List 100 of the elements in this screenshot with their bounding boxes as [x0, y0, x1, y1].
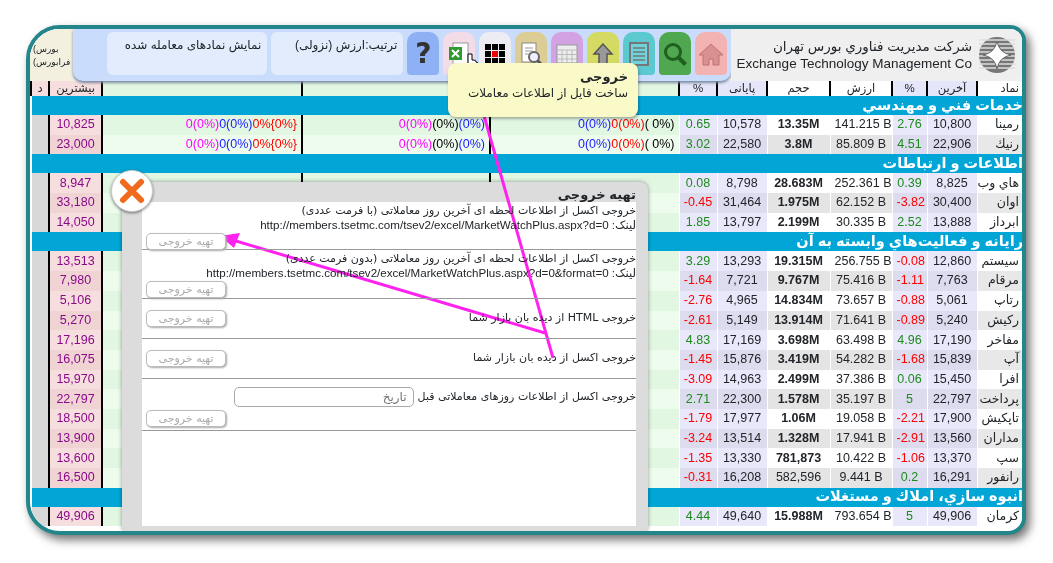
column-header[interactable]: نماد	[977, 81, 1022, 96]
table-cell: 15.988M	[767, 506, 830, 527]
table-cell: 4.83	[679, 330, 717, 350]
table-cell: 19.315M	[767, 251, 830, 272]
table-cell: 0.2	[892, 468, 927, 488]
sort-option[interactable]: ترتیب:ارزش (نزولی)	[271, 32, 404, 75]
table-cell: 22,906	[927, 134, 977, 155]
table-cell: 17.941 B	[830, 428, 892, 449]
column-header[interactable]: آخرین	[927, 81, 977, 96]
symbol-cell[interactable]: سپ	[977, 448, 1022, 468]
table-cell: 0(0%)(0%)(0%)	[302, 115, 490, 135]
table-cell: -3.09	[679, 369, 717, 390]
table-cell: 3.419M	[767, 349, 830, 370]
table-cell: 0(0%)0(0%)0%{0%}	[102, 115, 302, 135]
table-cell: 49,640	[717, 506, 767, 527]
symbol-cell[interactable]: اوان	[977, 193, 1022, 213]
table-cell: 16,291	[927, 468, 977, 488]
table-cell: -0.45	[679, 193, 717, 213]
symbol-cell[interactable]: رتاپ	[977, 290, 1022, 311]
table-cell: 7,980	[49, 271, 102, 291]
table-cell: -0.89	[892, 310, 927, 331]
table-cell: 2.76	[892, 115, 927, 135]
table-cell: 582,596	[767, 468, 830, 488]
option-description: خروجی اکسل از اطلاعات روزهای معاملاتی قبل	[417, 390, 636, 404]
option-description: خروجی اکسل از دیده بان بازار شما	[472, 351, 636, 365]
table-cell: 3.8M	[767, 134, 830, 155]
company-name: شرکت مدیریت فناوري بورس تهران	[771, 38, 972, 55]
table-cell: 7,763	[927, 271, 977, 291]
table-cell: -0.31	[679, 468, 717, 488]
table-cell: 4.51	[892, 134, 927, 155]
table-cell: 17,196	[49, 330, 102, 350]
table-cell: 10,825	[49, 115, 102, 135]
symbol-cell[interactable]: سیستم	[977, 251, 1022, 272]
symbol-cell[interactable]: مفاخر	[977, 330, 1022, 350]
table-cell: 13,600	[49, 448, 102, 468]
table-cell: 10.422 B	[830, 448, 892, 468]
table-cell: 4.96	[892, 330, 927, 350]
table-cell: -2.61	[679, 310, 717, 331]
table-cell: 10,578	[717, 115, 767, 135]
table-cell: 0(0%)0(0%)( 0%)	[490, 115, 679, 135]
column-header[interactable]: پایانی	[717, 81, 767, 96]
table-cell: 13,514	[717, 428, 767, 449]
symbol-cell[interactable]: کرمان	[977, 506, 1022, 527]
exchange-tab[interactable]: فرابورس)	[33, 56, 71, 69]
table-cell: 37.386 B	[830, 369, 892, 390]
table-cell: 4.44	[679, 506, 717, 527]
column-header[interactable]: بیشترین	[49, 81, 102, 96]
symbol-cell[interactable]: ابرداز	[977, 212, 1022, 233]
symbol-cell[interactable]: رانفور	[977, 468, 1022, 488]
symbol-cell[interactable]: آپ	[977, 349, 1022, 370]
table-cell: 5,240	[927, 310, 977, 331]
symbol-cell[interactable]: مداران	[977, 428, 1022, 449]
table-cell: 8,825	[927, 173, 977, 194]
column-header[interactable]: %	[892, 81, 927, 96]
question-icon[interactable]: ?	[407, 32, 440, 75]
table-cell: 2.199M	[767, 212, 830, 233]
table-cell: 3.29	[679, 251, 717, 272]
symbol-cell[interactable]: افرا	[977, 369, 1022, 390]
table-cell: 22,300	[717, 389, 767, 409]
filter-option[interactable]: نمایش نمادهای معامله شده	[107, 32, 268, 75]
table-cell: 0(0%)0(0%)0%{0%}	[102, 134, 302, 155]
symbol-cell[interactable]: تاپکیش	[977, 408, 1022, 429]
table-cell: 781,873	[767, 448, 830, 468]
table-cell: 13,560	[927, 428, 977, 449]
table-cell: 5,149	[717, 310, 767, 331]
table-cell: 14,963	[717, 369, 767, 390]
table-cell: 7,721	[717, 271, 767, 291]
column-header[interactable]: حجم	[767, 81, 830, 96]
symbol-cell[interactable]: رمینا	[977, 115, 1022, 135]
table-cell: 12,860	[927, 251, 977, 272]
search-icon[interactable]	[659, 32, 692, 75]
table-cell: -1.35	[679, 448, 717, 468]
symbol-cell[interactable]: هاي وب	[977, 173, 1022, 194]
table-cell: 30,400	[927, 193, 977, 213]
table-cell: 13,330	[717, 448, 767, 468]
table-cell: 75.416 B	[830, 271, 892, 291]
table-cell: 15,450	[927, 369, 977, 390]
table-cell: 3.698M	[767, 330, 830, 350]
symbol-cell[interactable]: رکیش	[977, 310, 1022, 331]
table-cell: 0(0%)(0%)(0%)	[302, 134, 490, 155]
exchange-tab[interactable]: بورس)	[33, 43, 59, 56]
table-cell: 15,876	[717, 349, 767, 370]
table-cell: 0.65	[679, 115, 717, 135]
symbol-cell[interactable]: مرقام	[977, 271, 1022, 291]
symbol-cell[interactable]: پرداخت	[977, 389, 1022, 409]
column-header[interactable]: ارزش	[830, 81, 892, 96]
column-header[interactable]: %	[679, 81, 717, 96]
symbol-cell[interactable]: رنیك	[977, 134, 1022, 155]
table-cell: -1.64	[679, 271, 717, 291]
table-cell: 256.755 B	[830, 251, 892, 272]
table-cell: -0.08	[892, 251, 927, 272]
table-cell: 13,888	[927, 212, 977, 233]
table-cell: 49,906	[927, 506, 977, 527]
table-cell: 16,208	[717, 468, 767, 488]
column-header[interactable]: د	[31, 81, 49, 96]
table-cell: 2.71	[679, 389, 717, 409]
table-cell: 13,513	[49, 251, 102, 272]
table-cell: 252.361 B	[830, 173, 892, 194]
table-cell: -1.79	[679, 408, 717, 429]
table-cell: 0.08	[679, 173, 717, 194]
